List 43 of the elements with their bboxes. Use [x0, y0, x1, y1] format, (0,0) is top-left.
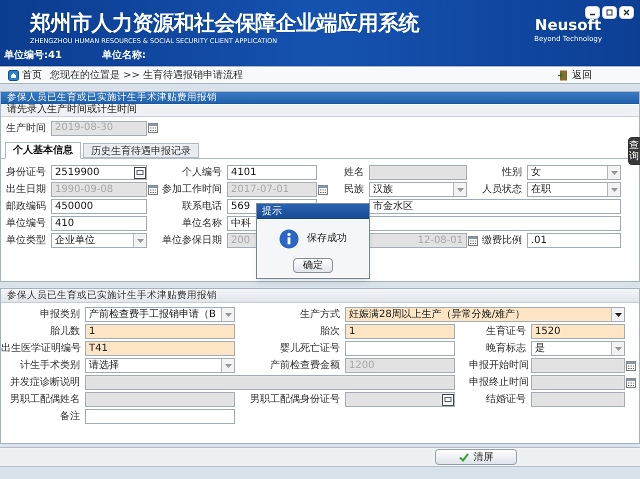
field-label: 产前检查费金额 [269, 358, 341, 373]
field-label: 性别 [500, 166, 523, 180]
unit-name: 单位名称: [102, 48, 146, 63]
field-label: 计生手术类别 [19, 358, 81, 373]
hint-text: 请先录入生产时间或计生时间 [1, 104, 639, 117]
field-label: 婴儿死亡证号 [279, 342, 341, 356]
app-title: 郑州市人力资源和社会保障企业端应用系统 [30, 13, 420, 34]
field-label: 生育证号 [485, 324, 527, 339]
field-label: 参加工作时间 [161, 182, 223, 197]
field-label: 姓名 [343, 166, 365, 180]
field-label: 单位类型 [5, 234, 47, 248]
field-label: 晚育标志 [485, 342, 527, 356]
field-label: 单位名称 [181, 216, 223, 231]
field-label: 生产时间 [5, 122, 47, 136]
section-header: 参保人员已生育或已实施计生手术津贴费用报销 [1, 92, 639, 104]
logo: Neusoft [534, 18, 602, 33]
dialog-title: 提示 [257, 204, 369, 219]
field-label: 出生医学证明编号 [1, 342, 82, 356]
field-label: 人员状态 [481, 182, 523, 197]
section-header: 参保人员已生育或已实施计生手术津贴费用报销 [1, 289, 639, 303]
breadcrumb: 您现在的位置是 >> 生育待遇报销申请流程 [50, 68, 244, 82]
field-label: 申报开始时间 [469, 358, 530, 373]
field-label: 申报类别 [39, 308, 81, 322]
field-label: 并发症诊断说明 [9, 376, 81, 390]
field-label: 申报终止时间 [469, 376, 530, 390]
field-label: 结婚证号 [485, 392, 527, 407]
field-label: 男职工配偶姓名 [9, 393, 81, 407]
field-label: 男职工配偶身份证号 [249, 393, 341, 407]
field-label: 个人编号 [181, 166, 223, 180]
field-label: 身份证号 [5, 166, 47, 180]
field-label: 邮政编码 [5, 200, 47, 214]
field-label: 单位编号 [5, 216, 47, 231]
field-label: 出生日期 [5, 182, 47, 197]
field-label: 胎次 [319, 325, 341, 339]
field-label: 缴费比例 [481, 234, 523, 248]
dialog-message: 保存成功 [307, 232, 347, 246]
field-label: 生产方式 [299, 308, 341, 322]
field-label: 胎儿数 [49, 324, 81, 339]
field-label: 联系电话 [181, 200, 223, 214]
field-label: 备注 [59, 410, 81, 424]
field-label: 民族 [343, 182, 365, 197]
unit-number: 单位编号:41 [4, 48, 62, 63]
field-label: 单位参保日期 [161, 234, 223, 248]
